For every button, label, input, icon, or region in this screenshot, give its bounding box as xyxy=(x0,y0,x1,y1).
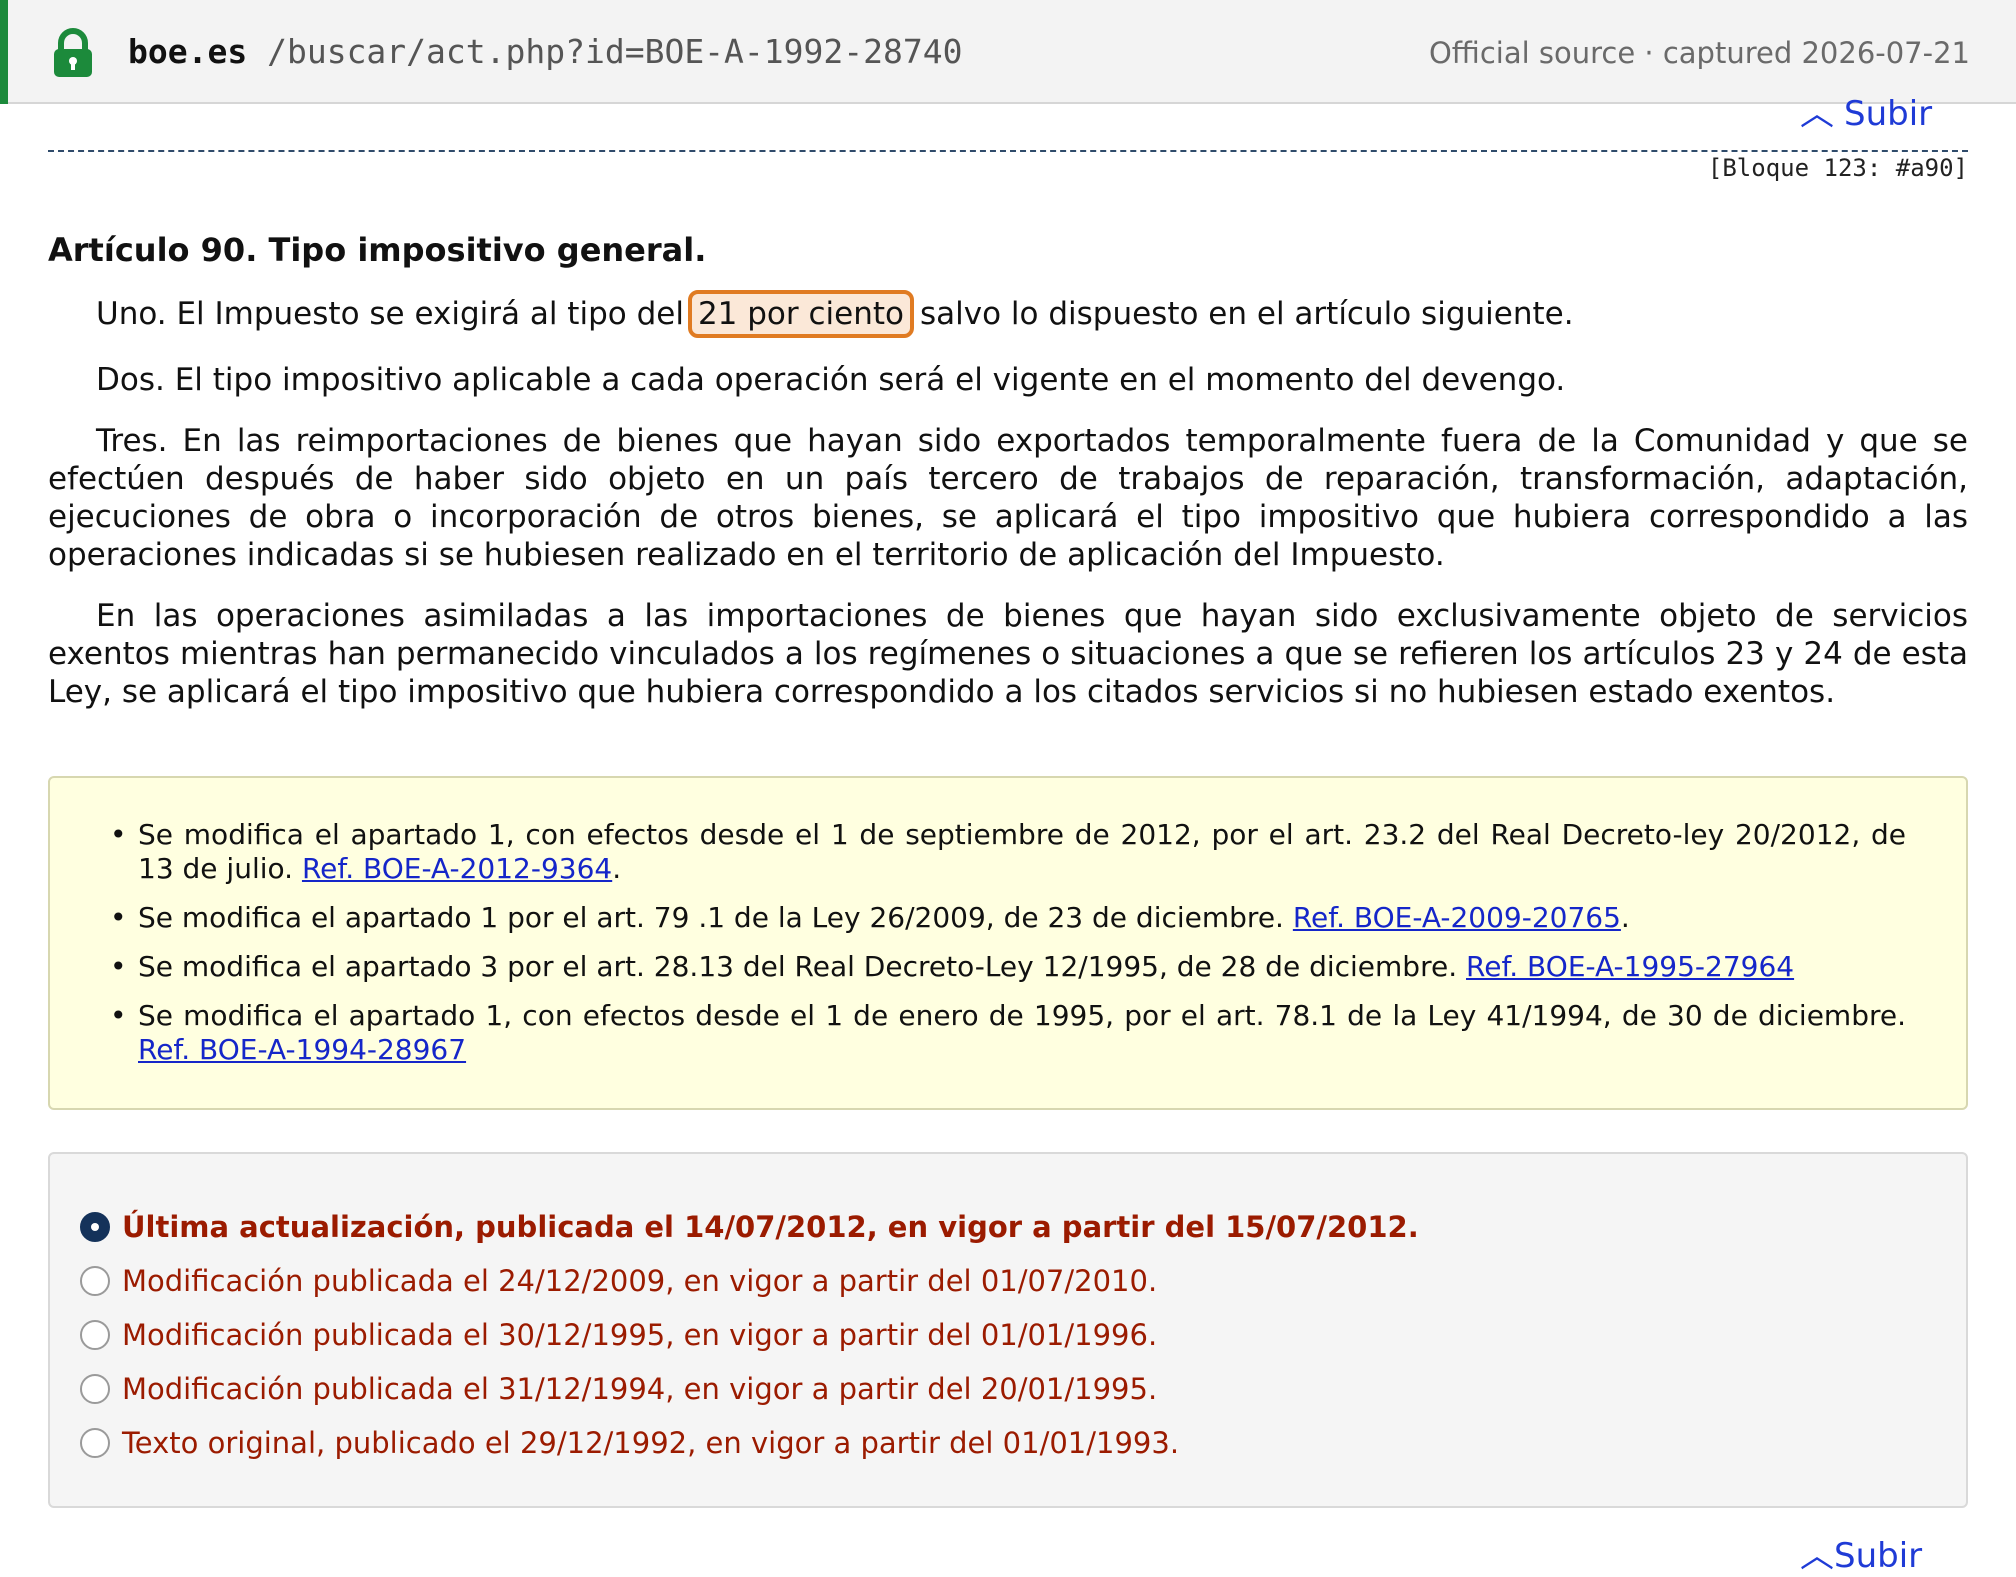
version-option[interactable]: Modificación publicada el 31/12/1994, en… xyxy=(80,1362,1966,1416)
note-tail: . xyxy=(1620,901,1630,934)
chevron-up-icon: ︿ xyxy=(1800,1536,1834,1576)
note-item: • Se modifica el apartado 1, con efectos … xyxy=(110,999,1906,1067)
address-bar: boe.es /buscar/act.php?id=BOE-A-1992-287… xyxy=(0,0,2016,104)
note-item: • Se modifica el apartado 1, con efectos … xyxy=(110,818,1906,886)
article-body: Artículo 90. Tipo impositivo general. Un… xyxy=(48,228,1968,734)
boe-reference-link[interactable]: Ref. BOE-A-2012-9364 xyxy=(302,852,612,885)
paragraph-dos: Dos. El tipo impositivo aplicable a cada… xyxy=(96,362,1566,398)
uno-after: salvo lo dispuesto en el artículo siguie… xyxy=(919,296,1574,332)
paragraph-uno: Uno. El Impuesto se exigirá al tipo del 2… xyxy=(48,290,1968,338)
radio-icon[interactable] xyxy=(80,1266,110,1296)
note-item: • Se modifica el apartado 1 por el art. 7… xyxy=(110,901,1906,935)
version-option[interactable]: Última actualización, publicada el 14/07… xyxy=(80,1200,1966,1254)
section-divider xyxy=(48,150,1968,152)
note-tail: . xyxy=(612,852,622,885)
subir-label: Subir xyxy=(1834,1536,1923,1576)
chevron-up-icon: ︿ xyxy=(1800,94,1834,134)
note-item: • Se modifica el apartado 3 por el art. 2… xyxy=(110,950,1906,984)
paragraph-tres: Tres. En las reimportaciones de bienes q… xyxy=(48,423,1968,573)
radio-icon[interactable] xyxy=(80,1374,110,1404)
lock-icon xyxy=(54,28,92,77)
radio-icon[interactable] xyxy=(80,1320,110,1350)
bullet-icon: • xyxy=(110,901,127,934)
subir-label: Subir xyxy=(1844,94,1933,134)
note-text: Se modifica el apartado 1, con efectos d… xyxy=(138,999,1906,1032)
boe-reference-link[interactable]: Ref. BOE-A-2009-20765 xyxy=(1293,901,1621,934)
capture-info: Official source · captured 2026-07-21 xyxy=(1428,36,1970,70)
subir-link-top[interactable]: ︿ Subir xyxy=(1800,86,1932,135)
note-text: Se modifica el apartado 1 por el art. 79… xyxy=(138,901,1293,934)
uno-before: Uno. El Impuesto se exigirá al tipo del xyxy=(96,296,684,332)
version-label[interactable]: Modificación publicada el 31/12/1994, en… xyxy=(122,1372,1157,1406)
radio-icon[interactable] xyxy=(80,1428,110,1458)
highlighted-rate: 21 por ciento xyxy=(687,290,914,338)
version-option[interactable]: Modificación publicada el 24/12/2009, en… xyxy=(80,1254,1966,1308)
version-option[interactable]: Modificación publicada el 30/12/1995, en… xyxy=(80,1308,1966,1362)
subir-link-bottom[interactable]: ︿Subir xyxy=(1800,1528,1922,1577)
bullet-icon: • xyxy=(110,999,127,1032)
version-label[interactable]: Modificación publicada el 30/12/1995, en… xyxy=(122,1318,1157,1352)
url-domain: boe.es xyxy=(128,32,248,71)
url-text[interactable]: boe.es /buscar/act.php?id=BOE-A-1992-287… xyxy=(128,32,962,71)
version-label[interactable]: Modificación publicada el 24/12/2009, en… xyxy=(122,1264,1157,1298)
radio-selected-icon[interactable] xyxy=(80,1212,110,1242)
version-label[interactable]: Última actualización, publicada el 14/07… xyxy=(122,1210,1419,1244)
bullet-icon: • xyxy=(110,818,127,851)
block-reference: [Bloque 123: #a90] xyxy=(1707,154,1968,182)
version-label[interactable]: Texto original, publicado el 29/12/1992,… xyxy=(122,1426,1179,1460)
version-selector: Última actualización, publicada el 14/07… xyxy=(48,1152,1968,1508)
bullet-icon: • xyxy=(110,950,127,983)
boe-reference-link[interactable]: Ref. BOE-A-1995-27964 xyxy=(1466,950,1794,983)
status-accent-bar xyxy=(0,0,8,104)
article-title: Artículo 90. Tipo impositivo general. xyxy=(48,231,707,269)
modification-notes: • Se modifica el apartado 1, con efectos … xyxy=(48,776,1968,1110)
paragraph-cuatro: En las operaciones asimiladas a las impo… xyxy=(48,598,1968,710)
url-path: /buscar/act.php?id=BOE-A-1992-28740 xyxy=(267,32,963,71)
note-text: Se modifica el apartado 3 por el art. 28… xyxy=(138,950,1467,983)
boe-reference-link[interactable]: Ref. BOE-A-1994-28967 xyxy=(138,1033,466,1066)
version-option[interactable]: Texto original, publicado el 29/12/1992,… xyxy=(80,1416,1966,1470)
